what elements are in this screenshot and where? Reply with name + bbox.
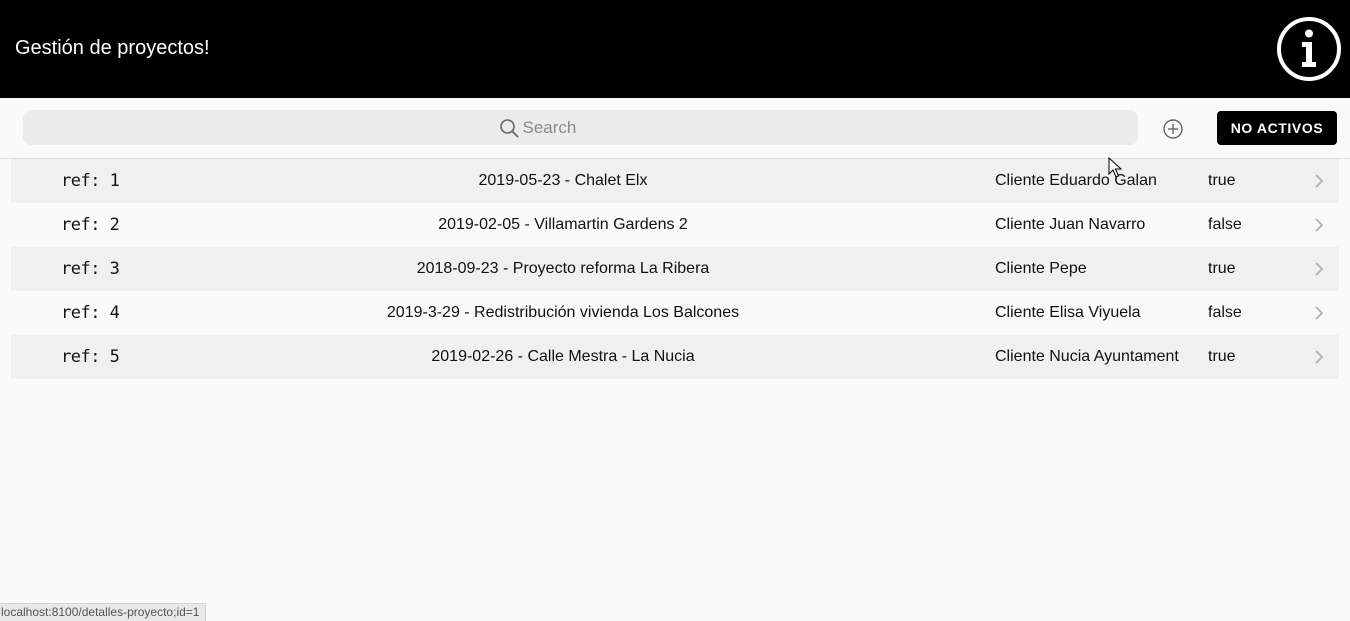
project-active: false bbox=[1208, 216, 1242, 233]
plus-circle-icon bbox=[1163, 119, 1183, 139]
chevron-right-icon bbox=[1315, 306, 1324, 320]
project-active: true bbox=[1208, 172, 1236, 189]
project-row[interactable]: ref: 4 2019-3-29 - Redistribución vivien… bbox=[11, 291, 1339, 335]
project-name: 2019-02-26 - Calle Mestra - La Nucia bbox=[431, 348, 695, 365]
project-ref: ref: 3 bbox=[61, 259, 120, 279]
project-row[interactable]: ref: 3 2018-09-23 - Proyecto reforma La … bbox=[11, 247, 1339, 291]
status-bar-url: localhost:8100/detalles-proyecto;id=1 bbox=[0, 603, 207, 621]
project-client: Cliente Juan Navarro bbox=[995, 216, 1146, 233]
add-project-button[interactable] bbox=[1161, 117, 1185, 141]
project-row[interactable]: ref: 5 2019-02-26 - Calle Mestra - La Nu… bbox=[11, 335, 1339, 379]
project-active: false bbox=[1208, 304, 1242, 321]
project-name: 2019-05-23 - Chalet Elx bbox=[478, 172, 648, 189]
info-button[interactable] bbox=[1276, 16, 1342, 82]
search-input[interactable] bbox=[522, 117, 663, 138]
project-ref: ref: 2 bbox=[61, 215, 120, 235]
chevron-right-icon bbox=[1315, 174, 1324, 188]
project-name: 2018-09-23 - Proyecto reforma La Ribera bbox=[416, 260, 710, 277]
project-active: true bbox=[1208, 260, 1236, 277]
no-activos-button[interactable]: NO ACTIVOS bbox=[1217, 111, 1337, 145]
project-client: Cliente Eduardo Galan bbox=[995, 172, 1157, 189]
project-name: 2019-3-29 - Redistribución vivienda Los … bbox=[386, 304, 740, 321]
searchbar[interactable] bbox=[23, 110, 1138, 145]
project-active: true bbox=[1208, 348, 1236, 365]
project-client: Cliente Pepe bbox=[995, 260, 1087, 277]
toolbar: NO ACTIVOS bbox=[0, 98, 1350, 159]
project-row[interactable]: ref: 1 2019-05-23 - Chalet Elx Cliente E… bbox=[11, 159, 1339, 203]
mouse-cursor-icon bbox=[1108, 157, 1122, 178]
page-title: Gestión de proyectos! bbox=[15, 37, 210, 59]
chevron-right-icon bbox=[1315, 350, 1324, 364]
project-list: ref: 1 2019-05-23 - Chalet Elx Cliente E… bbox=[11, 159, 1339, 379]
info-circle-icon bbox=[1277, 17, 1341, 81]
project-name: 2019-02-05 - Villamartin Gardens 2 bbox=[438, 216, 688, 233]
chevron-right-icon bbox=[1315, 262, 1324, 276]
search-icon bbox=[499, 118, 518, 137]
project-row[interactable]: ref: 2 2019-02-05 - Villamartin Gardens … bbox=[11, 203, 1339, 247]
app-header: Gestión de proyectos! bbox=[0, 0, 1350, 98]
project-client: Cliente Nucia Ayuntament bbox=[995, 348, 1179, 365]
project-ref: ref: 5 bbox=[61, 347, 120, 367]
chevron-right-icon bbox=[1315, 218, 1324, 232]
project-ref: ref: 4 bbox=[61, 303, 120, 323]
project-ref: ref: 1 bbox=[61, 171, 120, 191]
project-client: Cliente Elisa Viyuela bbox=[995, 304, 1141, 321]
